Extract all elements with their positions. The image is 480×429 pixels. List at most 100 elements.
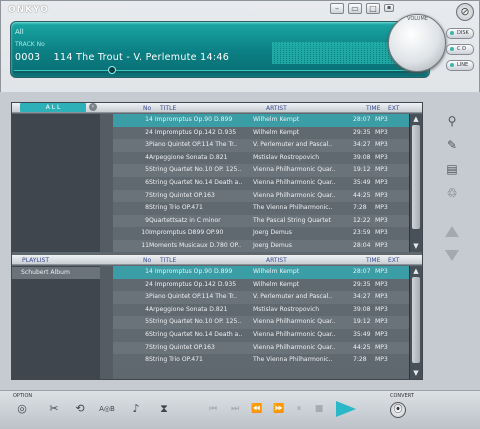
table-row[interactable]: 24 Impromptus Op.142 D.935 Wilhelm Kempt 2… [113, 278, 409, 292]
close-icon[interactable]: ⊘ [456, 3, 474, 21]
restore-icon[interactable]: ▭ [348, 3, 362, 14]
table-row[interactable]: 5 String Quartet No.10 OP. 125.. Vienna Ph… [113, 164, 409, 177]
col-ext[interactable]: EXT [388, 104, 399, 113]
scroll-up-icon[interactable]: ▲ [412, 115, 420, 123]
pl-col-title[interactable]: TITLE [160, 256, 176, 265]
brand-logo: ONKYO [8, 5, 50, 15]
row-ext: MP3 [375, 179, 388, 186]
fast-forward-icon[interactable]: ⏩ [272, 402, 286, 416]
pl-col-time[interactable]: TIME [366, 256, 380, 265]
table-row[interactable]: 8 String Trio OP.471 The Vienna Philharmon… [113, 202, 409, 215]
pl-scroll-down-icon[interactable]: ▼ [412, 369, 420, 377]
playlist-item[interactable]: Schubert Album [12, 267, 100, 279]
row-artist: Wilhelm Kempt [253, 128, 300, 136]
edit-pencil-icon[interactable]: ✎ [445, 138, 459, 152]
col-artist[interactable]: ARTIST [266, 104, 287, 113]
info-list-icon[interactable]: ▤ [445, 162, 459, 176]
disk-button[interactable]: DISK [446, 28, 474, 39]
display-track-title: 114 The Trout - V. Perlemute [53, 52, 197, 63]
row-artist: Wilhelm Kempt [253, 116, 300, 123]
timer-icon[interactable]: ⧗ [156, 402, 172, 416]
row-ext: MP3 [375, 343, 388, 351]
minimize-icon[interactable]: – [330, 3, 344, 14]
category-pane [12, 114, 100, 252]
display-category: All [15, 28, 24, 36]
ab-repeat-icon[interactable]: A◎B [96, 402, 118, 416]
move-up-icon[interactable] [445, 226, 459, 237]
table-row[interactable]: 6 String Quartet No.14 Death a.. Vienna Ph… [113, 177, 409, 190]
row-title: 4 Impromptus Op.90 D.899 [149, 268, 233, 275]
table-row[interactable]: 24 Impromptus Op.142 D.935 Wilhelm Kempt 2… [113, 126, 409, 140]
cd-indicator-icon [450, 46, 454, 51]
library-table: 14 Impromptus Op.90 D.899 Wilhelm Kempt 28… [113, 114, 409, 252]
table-row[interactable]: 8 String Trio OP.471 The Vienna Philharmon… [113, 354, 409, 367]
row-title: Arpeggione Sonata D.821 [149, 153, 228, 161]
row-title: Moments Musicaux D.780 OP.. [149, 242, 242, 249]
rewind-icon[interactable]: ⏪ [250, 402, 264, 416]
row-time: 29:35 [353, 128, 371, 136]
repeat-icon[interactable]: ⟲ [72, 402, 88, 416]
pause-icon[interactable]: ⏸ [292, 402, 306, 416]
volume-label: VOLUME [407, 16, 428, 22]
col-time[interactable]: TIME [366, 104, 380, 113]
row-artist: The Pascal String Quartet [253, 216, 331, 224]
titlebar-small-icon[interactable]: ▪ [384, 4, 394, 12]
row-artist: Vienna Philharmonic Quar.. [253, 318, 336, 326]
col-title[interactable]: TITLE [160, 104, 176, 113]
shuffle-icon[interactable]: ♪ [128, 402, 144, 416]
row-title: String Quartet No.14 Death a.. [149, 179, 243, 186]
stop-icon[interactable]: ■ [312, 402, 326, 416]
table-row[interactable]: 4 Arpeggione Sonata D.821 Mstislav Rostrop… [113, 151, 409, 165]
col-no[interactable]: No [143, 104, 151, 113]
cd-label: C D [457, 46, 466, 52]
table-row[interactable]: 6 String Quartet No.14 Death a.. Vienna Ph… [113, 329, 409, 342]
table-row[interactable]: 5 String Quartet No.10 OP. 125.. Vienna Ph… [113, 316, 409, 329]
row-time: 19:12 [353, 318, 371, 326]
table-row[interactable]: 14 Impromptus Op.90 D.899 Wilhelm Kempt 28… [113, 114, 409, 127]
option-disc-icon[interactable]: ◎ [14, 402, 30, 416]
row-time: 34:27 [353, 293, 371, 301]
filter-dropdown-icon[interactable]: › [89, 103, 97, 111]
line-button[interactable]: LINE [446, 60, 474, 71]
display-now-playing: 0003 114 The Trout - V. Perlemute 14:46 [15, 52, 229, 63]
table-row[interactable]: 11 Moments Musicaux D.780 OP.. Joerg Demus… [113, 240, 409, 252]
row-title: Quartettsatz in C minor [149, 216, 221, 224]
settings-wrench-icon[interactable]: ✂ [46, 402, 62, 416]
maximize-icon[interactable]: □ [366, 3, 380, 14]
table-row[interactable]: 4 Arpeggione Sonata D.821 Mstislav Rostrop… [113, 303, 409, 317]
scroll-down-icon[interactable]: ▼ [412, 242, 420, 250]
volume-knob[interactable] [388, 14, 446, 72]
table-row[interactable]: 7 String Quintet OP.163 Vienna Philharmoni… [113, 189, 409, 203]
trash-icon[interactable]: ♲ [445, 186, 459, 200]
move-down-icon[interactable] [445, 250, 459, 261]
pl-col-ext[interactable]: EXT [388, 256, 399, 265]
row-title: 4 Impromptus Op.142 D.935 [149, 128, 237, 136]
library-scroll-thumb[interactable] [412, 125, 420, 229]
row-title: String Quartet No.14 Death a.. [149, 331, 243, 338]
row-artist: Vienna Philharmonic Quar.. [253, 179, 336, 186]
table-row[interactable]: 7 String Quintet OP.163 Vienna Philharmoni… [113, 341, 409, 355]
next-track-icon[interactable]: ⏭ [228, 402, 242, 416]
pl-col-artist[interactable]: ARTIST [266, 256, 287, 265]
cd-button[interactable]: C D [446, 44, 474, 55]
playlist-scroll-thumb[interactable] [412, 277, 420, 363]
filter-all-tab[interactable]: A L L [20, 103, 86, 112]
table-row[interactable]: 9 Quartettsatz in C minor The Pascal Strin… [113, 214, 409, 228]
row-artist: The Vienna Philharmonic.. [253, 204, 333, 212]
seek-bar[interactable] [14, 70, 424, 73]
play-icon[interactable] [336, 401, 356, 417]
pl-scroll-up-icon[interactable]: ▲ [412, 267, 420, 275]
row-artist: Vienna Philharmonic Quar.. [253, 331, 336, 338]
library-scrollbar[interactable]: ▲ ▼ [409, 114, 422, 252]
table-row[interactable]: 3 Piano Quintet OP.114 The Tr.. V. Perlemu… [113, 291, 409, 304]
table-row[interactable]: 10 Impromptus D899 OP.90 Joerg Demus 23:59 M… [113, 227, 409, 240]
search-icon[interactable]: ⚲ [445, 114, 459, 128]
convert-icon[interactable]: ⦿ [390, 402, 406, 418]
table-row[interactable]: 14 Impromptus Op.90 D.899 Wilhelm Kempt 28… [113, 266, 409, 279]
playlist-scrollbar[interactable]: ▲ ▼ [409, 266, 422, 379]
previous-track-icon[interactable]: ⏮ [206, 402, 220, 416]
row-ext: MP3 [375, 204, 388, 212]
pl-col-no[interactable]: No [143, 256, 151, 265]
row-title: 4 Impromptus Op.142 D.935 [149, 280, 237, 288]
table-row[interactable]: 3 Piano Quintet OP.114 The Tr.. V. Perlemu… [113, 139, 409, 152]
